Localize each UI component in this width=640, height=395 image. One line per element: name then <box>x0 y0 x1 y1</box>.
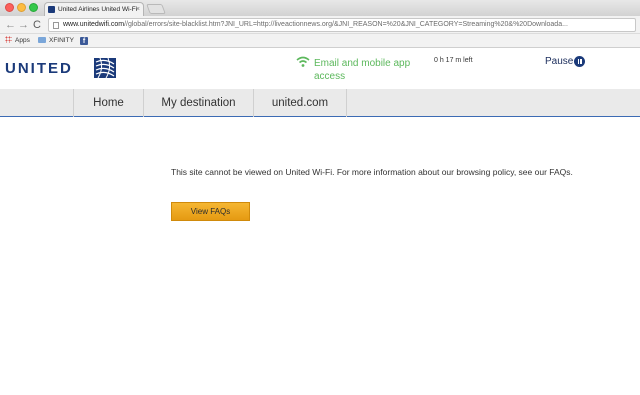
bookmark-apps[interactable]: Apps <box>5 34 30 48</box>
back-arrow-icon[interactable]: ← <box>5 18 16 32</box>
page-icon <box>53 22 59 29</box>
new-tab-button[interactable] <box>146 4 166 14</box>
folder-icon <box>38 37 46 43</box>
browser-tab[interactable]: United Airlines United Wi-Fi × <box>44 2 144 16</box>
reload-icon[interactable]: C <box>33 18 41 32</box>
bookmark-xfinity-label: XFINITY <box>49 37 74 44</box>
tab-title: United Airlines United Wi-Fi <box>58 6 138 13</box>
wifi-status-text: Email and mobile app access <box>314 58 411 82</box>
united-logo[interactable]: UNITED <box>5 60 73 77</box>
nav-my-destination[interactable]: My destination <box>143 89 253 117</box>
view-faqs-button[interactable]: View FAQs <box>171 202 250 221</box>
url-host: www.unitedwifi.com <box>63 21 125 28</box>
url-path: //global/errors/site-blacklist.htm?JNI_U… <box>124 21 568 28</box>
blocked-site-message: This site cannot be viewed on United Wi-… <box>171 167 573 177</box>
address-bar[interactable]: www.unitedwifi.com//global/errors/site-b… <box>48 18 636 32</box>
pause-label[interactable]: Pause <box>545 56 573 67</box>
nav-united-com[interactable]: united.com <box>253 89 347 117</box>
main-navigation: Home My destination united.com <box>0 89 640 117</box>
minimize-window-button[interactable] <box>17 3 26 12</box>
bookmark-apps-label: Apps <box>15 37 30 44</box>
forward-arrow-icon[interactable]: → <box>18 18 29 32</box>
tab-close-icon[interactable]: × <box>136 3 140 16</box>
time-remaining: 0 h 17 m left <box>434 57 473 64</box>
close-window-button[interactable] <box>5 3 14 12</box>
pause-icon[interactable] <box>574 56 585 67</box>
bookmark-xfinity[interactable]: XFINITY <box>38 34 74 48</box>
site-header: UNITED Email and mobile app access 0 h 1… <box>0 48 640 89</box>
wifi-icon <box>296 56 310 67</box>
zoom-window-button[interactable] <box>29 3 38 12</box>
bookmarks-bar: Apps XFINITY f <box>0 34 640 48</box>
browser-toolbar: ← → C www.unitedwifi.com//global/errors/… <box>0 16 640 34</box>
united-globe-icon <box>94 58 116 78</box>
nav-home[interactable]: Home <box>73 89 143 117</box>
facebook-icon[interactable]: f <box>80 37 88 45</box>
apps-grid-icon <box>5 36 12 43</box>
browser-titlebar: United Airlines United Wi-Fi × <box>0 0 640 16</box>
united-favicon-icon <box>48 6 55 13</box>
